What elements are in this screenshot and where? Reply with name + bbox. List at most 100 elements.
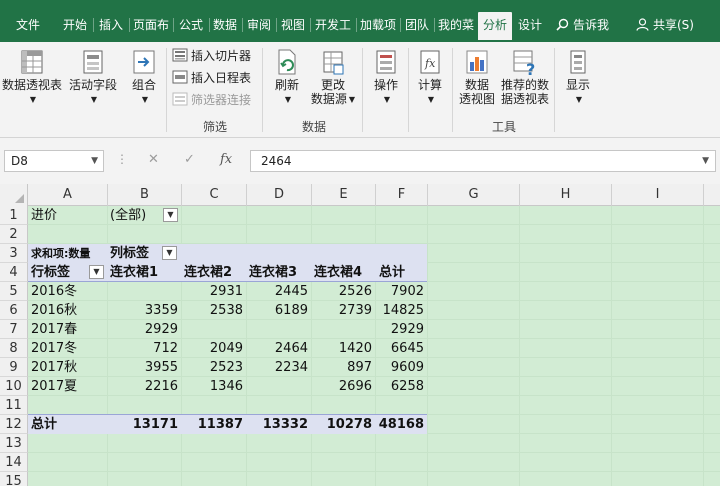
row-filter-dropdown-icon[interactable]: ▼	[89, 265, 104, 279]
data-cell[interactable]: 6645	[378, 339, 424, 358]
total-cell[interactable]: 10278	[314, 415, 372, 434]
row-header[interactable]: 11	[0, 396, 28, 415]
tab-team[interactable]: 团队	[402, 12, 432, 40]
row-label[interactable]: 2016冬	[31, 282, 77, 301]
tab-file[interactable]: 文件	[8, 12, 48, 40]
data-cell[interactable]: 2929	[110, 320, 178, 339]
report-filter-label[interactable]: 进价	[31, 206, 57, 225]
total-cell[interactable]: 13332	[249, 415, 308, 434]
row-header[interactable]: 2	[0, 225, 28, 244]
tab-add-ins[interactable]: 加载项	[358, 12, 398, 40]
pivot-table-button[interactable]: 数据透视表 ▼	[0, 48, 64, 107]
calculations-button[interactable]: fx 计算 ▼	[412, 48, 448, 107]
data-cell[interactable]: 2445	[249, 282, 308, 301]
insert-timeline-button[interactable]: 插入日程表	[172, 70, 251, 86]
report-filter-value[interactable]: (全部)	[110, 206, 146, 225]
data-cell[interactable]: 712	[110, 339, 178, 358]
data-cell[interactable]: 2523	[184, 358, 243, 377]
data-cell[interactable]: 2538	[184, 301, 243, 320]
row-label[interactable]: 2017春	[31, 320, 77, 339]
data-cell[interactable]: 2049	[184, 339, 243, 358]
data-cell[interactable]: 1346	[184, 377, 243, 396]
data-cell[interactable]: 2931	[184, 282, 243, 301]
formula-bar-grip[interactable]: ⋮	[116, 152, 128, 166]
row-labels-header[interactable]: 行标签	[31, 263, 70, 282]
column-header-i[interactable]: I	[612, 184, 704, 206]
cells-area[interactable]: 进价 (全部) ▼ 求和项:数量 列标签 ▼ 行标签 ▼ 连衣裙1 连衣裙2 连…	[28, 206, 720, 486]
name-box[interactable]: D8 ▼	[4, 150, 104, 172]
tab-developer[interactable]: 开发工	[312, 12, 354, 40]
change-data-source-button[interactable]: 更改 数据源 ▼	[308, 48, 358, 107]
tab-view[interactable]: 视图	[278, 12, 308, 40]
data-cell[interactable]	[249, 377, 308, 396]
column-labels-header[interactable]: 列标签	[110, 244, 149, 263]
tab-analyze[interactable]: 分析	[478, 12, 512, 40]
active-field-button[interactable]: 活动字段 ▼	[66, 48, 120, 107]
tab-insert[interactable]: 插入	[94, 12, 128, 40]
chevron-down-icon[interactable]: ▼	[702, 151, 709, 171]
data-cell[interactable]: 2696	[314, 377, 372, 396]
data-cell[interactable]: 6189	[249, 301, 308, 320]
data-cell[interactable]: 2526	[314, 282, 372, 301]
data-cell[interactable]: 7902	[378, 282, 424, 301]
column-header-g[interactable]: G	[428, 184, 520, 206]
data-cell[interactable]: 6258	[378, 377, 424, 396]
share-button[interactable]: 共享(S)	[636, 12, 694, 40]
data-cell[interactable]: 14825	[378, 301, 424, 320]
data-cell[interactable]: 2216	[110, 377, 178, 396]
recommended-pivot-button[interactable]: ? 推荐的数 据透视表	[498, 48, 552, 106]
column-header-e[interactable]: E	[312, 184, 376, 206]
row-header[interactable]: 1	[0, 206, 28, 225]
formula-input[interactable]: 2464 ▼	[250, 150, 716, 172]
tab-design[interactable]: 设计	[514, 12, 546, 40]
data-cell[interactable]	[314, 320, 372, 339]
data-cell[interactable]: 2739	[314, 301, 372, 320]
tab-review[interactable]: 审阅	[244, 12, 274, 40]
column-header-c[interactable]: C	[182, 184, 247, 206]
pivot-chart-button[interactable]: 数据 透视图	[456, 48, 498, 106]
column-header-item[interactable]: 连衣裙1	[110, 263, 158, 282]
row-header[interactable]: 8	[0, 339, 28, 358]
insert-slicer-button[interactable]: 插入切片器	[172, 48, 251, 64]
chevron-down-icon[interactable]: ▼	[91, 151, 98, 171]
tab-data[interactable]: 数据	[210, 12, 240, 40]
data-cell[interactable]: 3955	[110, 358, 178, 377]
row-header[interactable]: 9	[0, 358, 28, 377]
row-label[interactable]: 2017夏	[31, 377, 77, 396]
column-header-h[interactable]: H	[520, 184, 612, 206]
data-cell[interactable]: 3359	[110, 301, 178, 320]
group-button[interactable]: 组合 ▼	[124, 48, 164, 107]
column-header-a[interactable]: A	[28, 184, 108, 206]
row-header[interactable]: 13	[0, 434, 28, 453]
select-all-button[interactable]	[0, 184, 28, 206]
column-header-item[interactable]: 连衣裙4	[314, 263, 362, 282]
refresh-button[interactable]: 刷新 ▼	[268, 48, 306, 107]
cancel-icon[interactable]: ✕	[148, 152, 159, 167]
insert-function-icon[interactable]: fx	[220, 152, 232, 167]
data-cell[interactable]: 897	[314, 358, 372, 377]
tell-me-box[interactable]: 告诉我	[556, 12, 609, 40]
row-header[interactable]: 12	[0, 415, 28, 434]
row-header[interactable]: 3	[0, 244, 28, 263]
enter-icon[interactable]: ✓	[184, 152, 195, 167]
column-filter-dropdown-icon[interactable]: ▼	[162, 246, 177, 260]
column-header-f[interactable]: F	[376, 184, 428, 206]
tab-home[interactable]: 开始	[58, 12, 92, 40]
row-label[interactable]: 2017冬	[31, 339, 77, 358]
data-cell[interactable]	[184, 320, 243, 339]
row-header[interactable]: 10	[0, 377, 28, 396]
data-cell[interactable]: 1420	[314, 339, 372, 358]
data-cell[interactable]: 2929	[378, 320, 424, 339]
column-header-item[interactable]: 连衣裙3	[249, 263, 297, 282]
filter-connections-button[interactable]: 筛选器连接	[172, 92, 251, 108]
column-header-item[interactable]: 总计	[379, 263, 405, 282]
total-cell[interactable]: 48168	[378, 415, 424, 434]
selected-data-cell[interactable]: 2464	[249, 339, 308, 358]
actions-button[interactable]: 操作 ▼	[366, 48, 406, 107]
row-header[interactable]: 14	[0, 453, 28, 472]
tab-formulas[interactable]: 公式	[174, 12, 208, 40]
data-cell[interactable]: 9609	[378, 358, 424, 377]
column-header-b[interactable]: B	[108, 184, 182, 206]
column-header-item[interactable]: 连衣裙2	[184, 263, 232, 282]
filter-dropdown-icon[interactable]: ▼	[163, 208, 178, 222]
